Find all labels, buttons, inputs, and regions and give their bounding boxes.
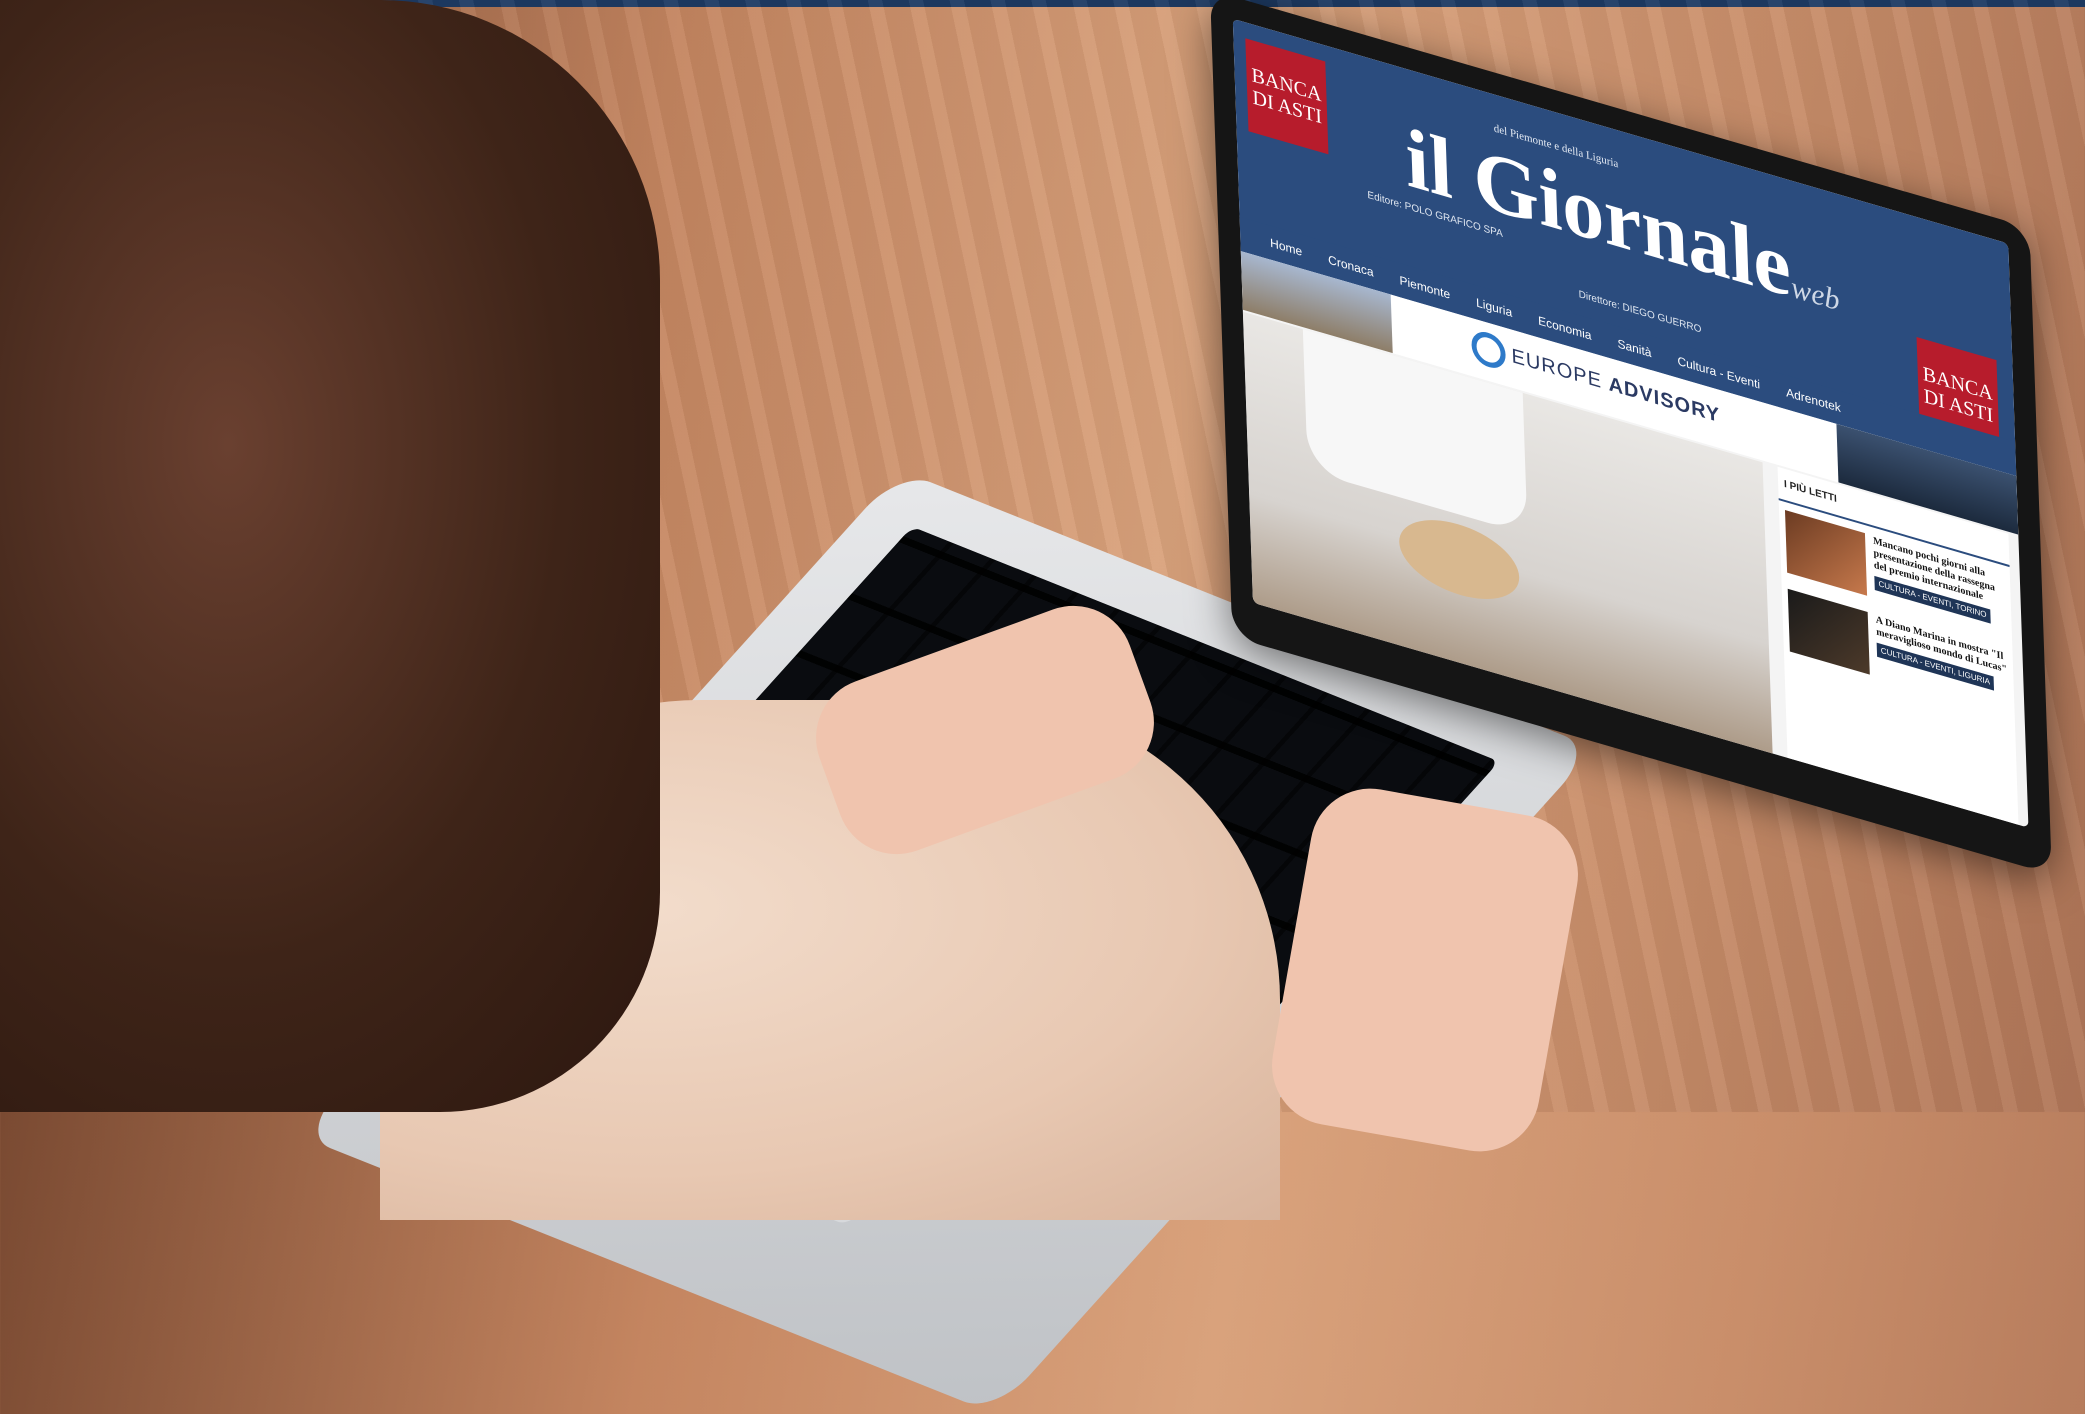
ad-text-light: EUROPE: [1511, 344, 1603, 394]
bank-logo-left[interactable]: BANCA DI ASTI: [1245, 38, 1329, 155]
post-thumbnail[interactable]: [1787, 588, 1870, 675]
nav-piemonte[interactable]: Piemonte: [1399, 273, 1450, 302]
bank-logo-text: BANCA DI ASTI: [1251, 63, 1323, 129]
nav-liguria[interactable]: Liguria: [1476, 295, 1512, 320]
woman-hair: [0, 0, 660, 1112]
nav-economia[interactable]: Economia: [1538, 313, 1592, 343]
europe-advisory-logo-icon: [1470, 327, 1507, 373]
masthead-suffix: web: [1790, 270, 1840, 318]
nav-home[interactable]: Home: [1270, 236, 1302, 259]
nav-cronaca[interactable]: Cronaca: [1328, 252, 1374, 279]
nav-sanita[interactable]: Sanità: [1617, 336, 1651, 360]
